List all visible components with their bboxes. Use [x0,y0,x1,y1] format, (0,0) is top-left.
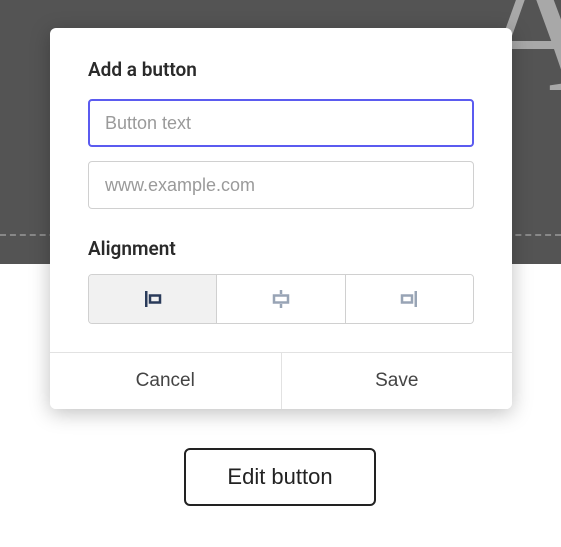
button-text-input[interactable] [88,99,474,147]
align-center-icon [270,288,292,310]
modal-footer: Cancel Save [50,352,512,409]
button-url-input[interactable] [88,161,474,209]
alignment-label: Alignment [88,237,474,260]
align-right-icon [398,288,420,310]
modal-body: Add a button Alignment [50,28,512,352]
edit-button[interactable]: Edit button [184,448,376,506]
save-button[interactable]: Save [282,353,513,409]
align-right-button[interactable] [346,275,473,323]
align-center-button[interactable] [217,275,345,323]
alignment-group [88,274,474,324]
cancel-button[interactable]: Cancel [50,353,282,409]
align-left-icon [142,288,164,310]
add-button-modal: Add a button Alignment [50,28,512,409]
align-left-button[interactable] [89,275,217,323]
modal-title: Add a button [88,58,474,81]
